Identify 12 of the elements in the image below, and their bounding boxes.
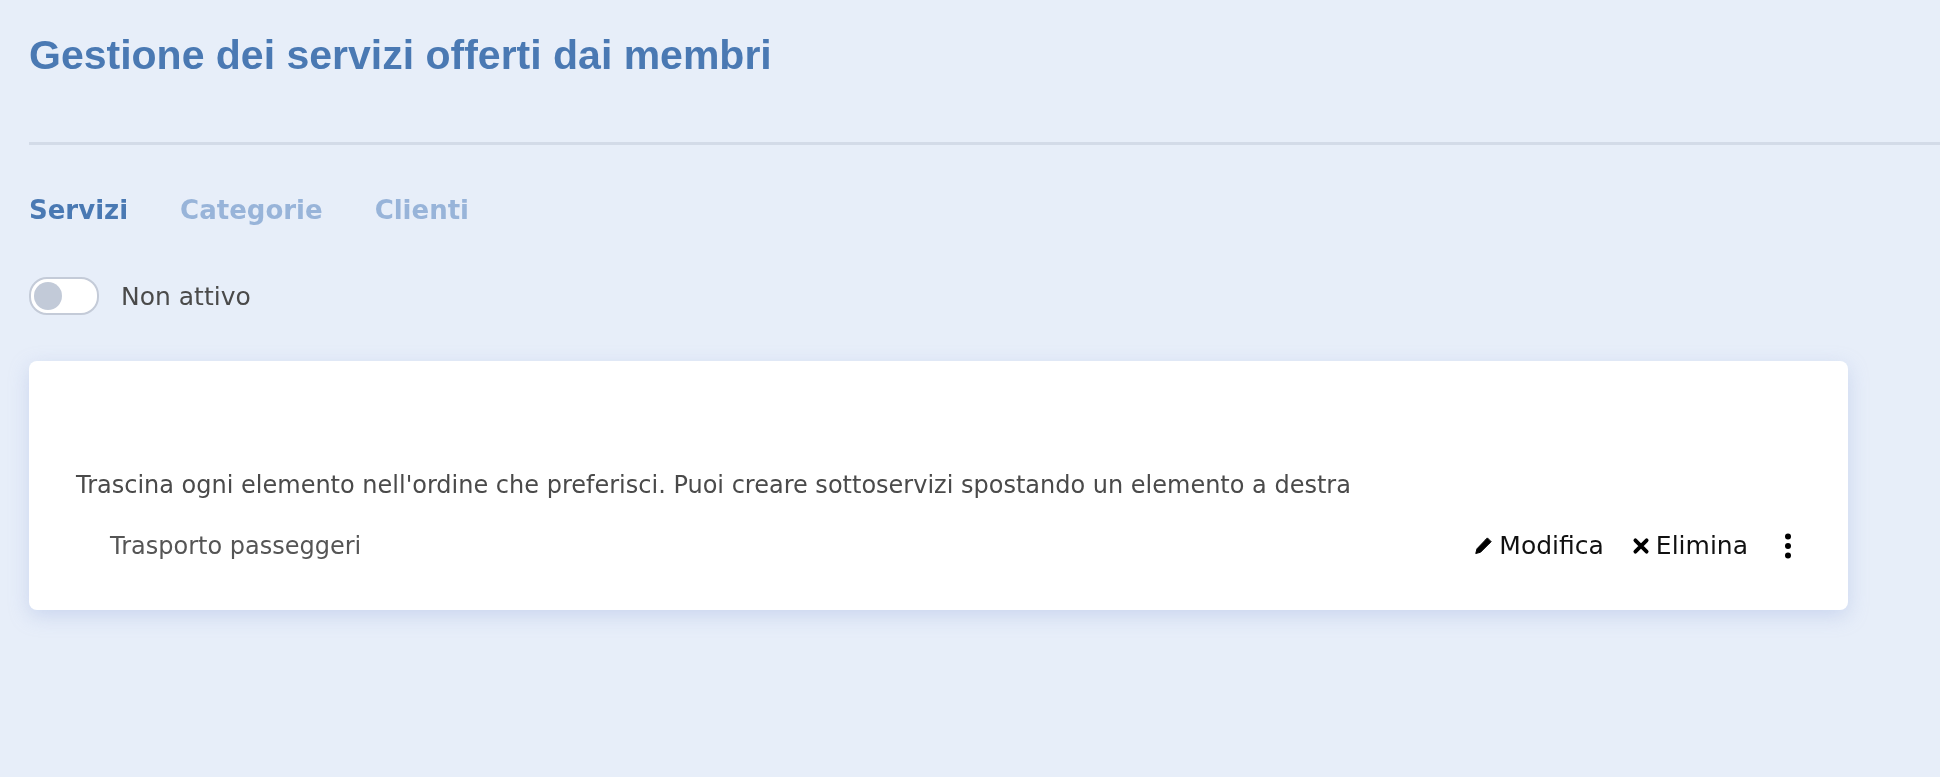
toggle-switch[interactable] [29,277,99,315]
pencil-icon [1473,535,1494,556]
tab[interactable]: Servizi [29,195,129,225]
edit-button[interactable]: Modifica [1473,531,1604,560]
toggle-label: Non attivo [121,281,251,311]
page-title: Gestione dei servizi offerti dai membri [29,31,773,80]
kebab-icon [1784,532,1792,559]
more-menu-button[interactable] [1784,532,1792,559]
instruction-text: Trascina ogni elemento nell'ordine che preferisci. Puoi creare sottoservizi spostando un elemento a destra [76,471,1352,499]
delete-button[interactable]: Elimina [1631,531,1748,560]
close-icon [1631,536,1650,555]
service-name: Trasporto passeggeri [110,531,362,560]
